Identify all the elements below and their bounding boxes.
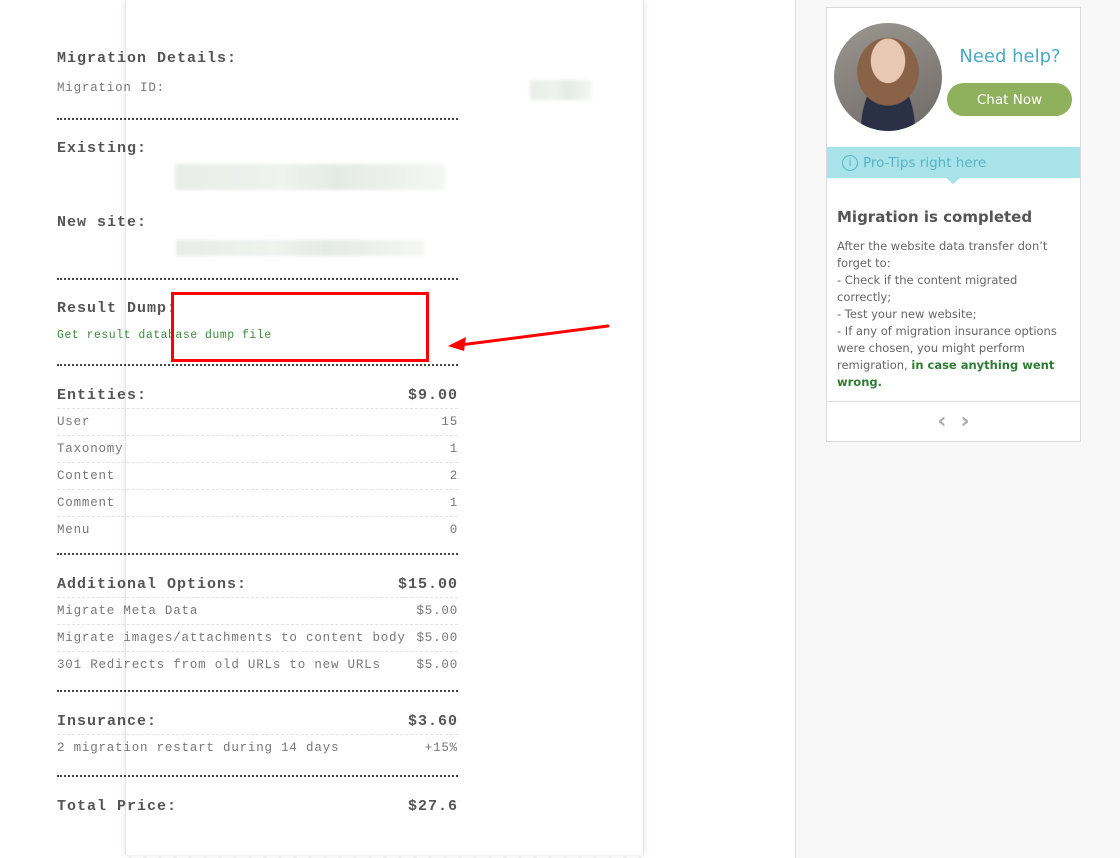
additional-options-section: Additional Options: $15.00 Migrate Meta … — [57, 571, 458, 678]
receipt-perforated-edge — [125, 853, 642, 858]
annotation-highlight-box — [171, 292, 429, 362]
list-item: Comment 1 — [57, 489, 458, 516]
item-value: $5.00 — [416, 604, 458, 618]
additional-options-total: $15.00 — [397, 575, 458, 593]
migration-details-title: Migration Details: — [57, 50, 238, 67]
item-name: Comment — [57, 496, 116, 510]
total-section: Total Price: $27.6 — [57, 793, 458, 819]
chevron-left-icon[interactable]: ‹ — [937, 411, 946, 433]
entities-list: User 15 Taxonomy 1 Content 2 Comment 1 Menu 0 — [57, 408, 458, 543]
list-item: Content 2 — [57, 462, 458, 489]
item-name: Menu — [57, 523, 91, 537]
item-value: 2 — [449, 469, 458, 483]
item-value: $5.00 — [416, 658, 458, 672]
tip-body: After the website data transfer don’t fo… — [837, 238, 1073, 391]
help-widget: Need help? Chat Now i Pro-Tips right her… — [826, 7, 1081, 442]
item-value: $5.00 — [416, 631, 458, 645]
tip-line: - Check if the content migrated correctl… — [837, 273, 1018, 304]
additional-options-list: Migrate Meta Data $5.00 Migrate images/at… — [57, 597, 458, 678]
item-value: 0 — [449, 523, 458, 537]
insurance-list: 2 migration restart during 14 days +15% — [57, 734, 458, 761]
new-site-label: New site: — [57, 214, 148, 231]
tip-line-last: - If any of migration insurance options … — [837, 323, 1073, 391]
additional-options-header: Additional Options: $15.00 — [57, 571, 458, 597]
list-item: Taxonomy 1 — [57, 435, 458, 462]
separator — [57, 690, 458, 692]
total-label: Total Price: — [57, 797, 178, 815]
existing-url-redacted — [175, 164, 445, 190]
entities-total: $9.00 — [407, 386, 458, 404]
support-agent-avatar — [834, 23, 942, 131]
entities-header: Entities: $9.00 — [57, 382, 458, 408]
existing-label: Existing: — [57, 140, 148, 157]
total-value: $27.6 — [407, 797, 458, 815]
chat-now-button[interactable]: Chat Now — [947, 83, 1072, 116]
pro-tips-bar: i Pro-Tips right here — [827, 147, 1080, 184]
total-row: Total Price: $27.6 — [57, 793, 458, 819]
entities-section: Entities: $9.00 User 15 Taxonomy 1 Content… — [57, 382, 458, 543]
need-help-heading: Need help? — [959, 46, 1061, 67]
item-name: Content — [57, 469, 116, 483]
tip-line: - Test your new website; — [837, 307, 977, 321]
insurance-total: $3.60 — [407, 712, 458, 730]
item-value: 1 — [449, 496, 458, 510]
insurance-label: Insurance: — [57, 712, 158, 730]
list-item: Migrate Meta Data $5.00 — [57, 597, 458, 624]
item-name: Migrate Meta Data — [57, 604, 199, 618]
chevron-right-icon[interactable]: › — [961, 411, 970, 433]
separator — [57, 553, 458, 555]
item-name: Taxonomy — [57, 442, 124, 456]
list-item: 2 migration restart during 14 days +15% — [57, 734, 458, 761]
list-item: Migrate images/attachments to content bo… — [57, 624, 458, 651]
insurance-header: Insurance: $3.60 — [57, 708, 458, 734]
migration-id-value-redacted — [530, 80, 592, 100]
insurance-section: Insurance: $3.60 2 migration restart dur… — [57, 708, 458, 761]
item-name: User — [57, 415, 91, 429]
info-icon: i — [842, 154, 858, 171]
annotation-arrow-icon — [448, 324, 610, 351]
item-name: Migrate images/attachments to content bo… — [57, 631, 406, 645]
separator — [57, 775, 458, 777]
tips-navigation: ‹ › — [827, 401, 1080, 442]
separator — [57, 118, 458, 120]
additional-options-label: Additional Options: — [57, 575, 248, 593]
item-name: 2 migration restart during 14 days — [57, 741, 340, 755]
list-item: User 15 — [57, 408, 458, 435]
separator — [57, 278, 458, 280]
item-name: 301 Redirects from old URLs to new URLs — [57, 658, 381, 672]
pro-tips-label: Pro-Tips right here — [863, 154, 987, 171]
item-value: 1 — [449, 442, 458, 456]
item-value: +15% — [424, 741, 458, 755]
item-value: 15 — [441, 415, 458, 429]
new-site-url-redacted — [176, 240, 424, 256]
list-item: Menu 0 — [57, 516, 458, 543]
separator — [57, 364, 458, 366]
tip-line: After the website data transfer don’t fo… — [837, 239, 1048, 270]
tip-title: Migration is completed — [837, 208, 1033, 226]
migration-id-label: Migration ID: — [57, 81, 165, 95]
entities-label: Entities: — [57, 386, 148, 404]
list-item: 301 Redirects from old URLs to new URLs $… — [57, 651, 458, 678]
